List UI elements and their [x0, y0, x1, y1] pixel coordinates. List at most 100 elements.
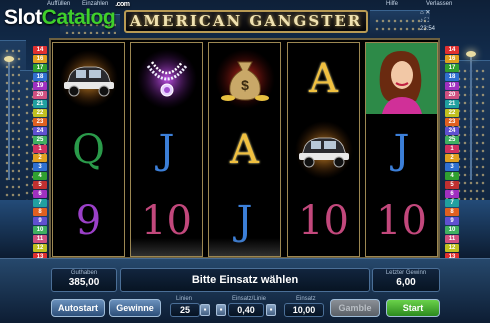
payline-marker: 1: [33, 144, 47, 154]
start-button[interactable]: Start: [386, 299, 440, 317]
payline-marker: 5: [445, 180, 459, 190]
exit-link[interactable]: Verlassen: [426, 1, 452, 7]
lines-value: 25: [179, 305, 190, 315]
payline-marker: 3: [33, 162, 47, 172]
payline-marker: 18: [445, 72, 459, 82]
symbol-letter: 10: [141, 197, 192, 244]
payline-marker: 7: [445, 198, 459, 208]
symbol-letter: 10: [298, 197, 349, 244]
symbol-9: 9: [53, 185, 124, 256]
bet-per-line-label: Einsatz/Linie: [232, 296, 267, 302]
bet-per-line-value: 0,40: [237, 305, 255, 315]
balance-box: Guthaben 385,00: [51, 268, 117, 292]
reel-5: J 10: [365, 42, 438, 257]
payline-marker: 22: [445, 108, 459, 118]
payline-marker: 25: [445, 135, 459, 145]
payline-marker: 21: [33, 99, 47, 109]
payline-marker: 16: [445, 54, 459, 64]
payline-marker: 19: [33, 81, 47, 91]
logo-slot: Slot: [4, 6, 42, 29]
payline-marker: 14: [445, 46, 459, 55]
payline-marker: 17: [33, 63, 47, 73]
payline-marker: 24: [445, 126, 459, 136]
payline-marker: 12: [445, 243, 459, 253]
payline-marker: 23: [445, 117, 459, 127]
balance-value: 385,00: [68, 277, 100, 288]
payline-marker: 23: [33, 117, 47, 127]
symbol-letter: A: [230, 126, 259, 173]
payline-marker: 8: [33, 207, 47, 217]
game-title: AMERICAN GANGSTER: [129, 12, 363, 30]
payline-marker: 9: [33, 216, 47, 226]
car-icon: [288, 114, 359, 185]
payline-marker: 14: [33, 46, 47, 55]
help-link[interactable]: Hilfe: [386, 1, 398, 7]
symbol-letter: J: [393, 126, 410, 173]
status-message: Bitte Einsatz wählen: [191, 274, 299, 286]
paylines-left: 14 16 17 18 19 20 21 22 23 24 25 1 2 3 4 5 6 7 8 9 10 11 12 13: [33, 46, 47, 262]
title-banner: AMERICAN GANGSTER: [124, 10, 368, 33]
paytable-button[interactable]: Gewinne: [109, 299, 161, 317]
payline-marker: 7: [33, 198, 47, 208]
bet-decrease-button[interactable]: ▪: [216, 304, 226, 316]
payline-marker: 1: [445, 144, 459, 154]
home-icon[interactable]: ⌂ ✕: [420, 9, 435, 17]
payline-marker: 9: [445, 216, 459, 226]
lines-box: 25: [170, 303, 200, 317]
svg-text:$: $: [241, 77, 249, 93]
reels-area: Q 9 J 10 $ A J A 10 J 10: [49, 38, 440, 259]
bet-per-line-box: 0,40: [228, 303, 264, 317]
payline-marker: 22: [33, 108, 47, 118]
payline-marker: 6: [445, 189, 459, 199]
payline-marker: 4: [445, 171, 459, 181]
payline-marker: 20: [445, 90, 459, 100]
total-bet-box: 10,00: [284, 303, 324, 317]
sound-icon[interactable]: ♪ ⛶: [420, 17, 435, 25]
payline-marker: 18: [33, 72, 47, 82]
payline-marker: 19: [445, 81, 459, 91]
control-panel: Guthaben 385,00 Bitte Einsatz wählen Let…: [0, 258, 490, 323]
gamble-button[interactable]: Gamble: [330, 299, 380, 317]
payline-marker: 20: [33, 90, 47, 100]
money-bag-icon: $: [209, 43, 280, 114]
total-bet-value: 10,00: [292, 305, 316, 315]
reel-shadow: [209, 238, 280, 256]
car-icon: [53, 43, 124, 114]
reel-2: J 10: [130, 42, 203, 257]
street-lamp: [4, 56, 14, 180]
bet-increase-button[interactable]: ▪: [266, 304, 276, 316]
woman-icon: [366, 43, 437, 114]
symbol-q: Q: [53, 114, 124, 185]
payline-marker: 25: [33, 135, 47, 145]
logo-tld: .com: [115, 1, 130, 8]
necklace-icon: [131, 43, 202, 114]
symbol-letter: 10: [376, 197, 427, 244]
reel-3: $ A J: [208, 42, 281, 257]
payline-marker: 8: [445, 207, 459, 217]
payline-marker: 6: [33, 189, 47, 199]
payline-marker: 5: [33, 180, 47, 190]
last-win-label: Letzter Gewinn: [385, 270, 427, 276]
payline-marker: 11: [445, 234, 459, 244]
payline-marker: 16: [33, 54, 47, 64]
autostart-button[interactable]: Autostart: [51, 299, 105, 317]
payline-marker: 11: [33, 234, 47, 244]
payline-marker: 4: [33, 171, 47, 181]
symbol-10: 10: [288, 185, 359, 256]
balance-label: Guthaben: [70, 270, 98, 276]
payline-marker: 3: [445, 162, 459, 172]
symbol-10: 10: [366, 185, 437, 256]
lines-label: Linien: [176, 296, 193, 302]
last-win-value: 6,00: [396, 277, 416, 288]
payline-marker: 2: [33, 153, 47, 163]
hud-icons: ⌂ ✕ ♪ ⛶ 23:54: [420, 9, 435, 33]
last-win-box: Letzter Gewinn 6,00: [372, 268, 440, 292]
lines-stepper[interactable]: ▪: [200, 304, 210, 316]
game-screen: Auffüllen Einzahlen Hilfe Verlassen Slot…: [0, 0, 490, 323]
street-lamp: [466, 51, 476, 180]
payline-marker: 2: [445, 153, 459, 163]
payline-marker: 12: [33, 243, 47, 253]
symbol-j: J: [366, 114, 437, 185]
watermark-logo: SlotCatalog.com: [4, 1, 130, 30]
symbol-a: A: [288, 43, 359, 114]
